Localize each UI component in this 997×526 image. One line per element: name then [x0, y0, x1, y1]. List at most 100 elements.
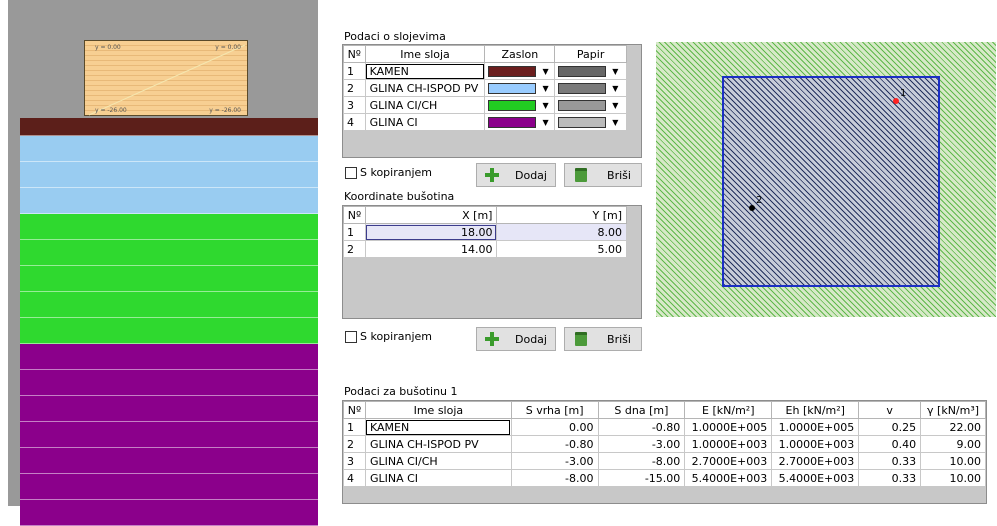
borehole-data-cell-g[interactable]: 22.00	[920, 418, 986, 436]
boreholes-row-x[interactable]: 14.00	[364, 240, 498, 258]
borehole-data-cell-bottom[interactable]: -3.00	[597, 435, 686, 453]
borehole-data-cell-top[interactable]: -8.00	[510, 469, 599, 487]
layers-row-screen-color[interactable]: ▼	[484, 79, 556, 97]
soil-layer-1-band	[20, 118, 318, 136]
bd-header-name: Ime sloja	[364, 401, 512, 419]
boreholes-add-label: Dodaj	[515, 332, 547, 346]
layers-row-name[interactable]: KAMEN	[364, 62, 486, 80]
soil-layers	[20, 118, 318, 526]
soil-profile-view[interactable]: y = 0.00 y = 0.00 y = -26.00 y = -26.00	[8, 0, 318, 526]
boreholes-grid[interactable]: Nº X [m] Y [m] 1 18.00 8.00 2 14.00 5.00	[342, 205, 642, 319]
borehole-data-cell-eh[interactable]: 1.0000E+005	[771, 418, 860, 436]
paper-color-swatch	[558, 100, 607, 111]
bd-header-top: S vrha [m]	[510, 401, 599, 419]
borehole-data-row[interactable]: 2 GLINA CH-ISPOD PV -0.80 -3.00 1.0000E+003 1…	[343, 435, 986, 453]
borehole-data-cell-bottom[interactable]: -15.00	[597, 469, 686, 487]
borehole-data-row[interactable]: 3 GLINA CI/CH -3.00 -8.00 2.7000E+003 2.7000E…	[343, 452, 986, 470]
boreholes-copy-checkbox[interactable]	[345, 330, 357, 343]
layers-copy-label: S kopiranjem	[360, 166, 432, 179]
soil-layer-2-band	[20, 136, 318, 162]
boreholes-section-title: Koordinate bušotina	[344, 190, 455, 203]
screen-color-swatch	[488, 117, 537, 128]
soil-layer-4-band	[20, 448, 318, 474]
layers-row-paper-color[interactable]: ▼	[554, 79, 627, 97]
borehole-data-title: Podaci za bušotinu 1	[344, 385, 458, 398]
layers-add-button[interactable]: Dodaj	[476, 163, 556, 187]
boreholes-delete-button[interactable]: Briši	[564, 327, 642, 351]
paper-color-swatch	[558, 117, 607, 128]
borehole-data-row[interactable]: 1 KAMEN 0.00 -0.80 1.0000E+005 1.0000E+005 0.2…	[343, 418, 986, 436]
borehole-data-cell-v[interactable]: 0.33	[858, 452, 922, 470]
layers-row-screen-color[interactable]: ▼	[484, 113, 556, 131]
boreholes-row[interactable]: 1 18.00 8.00	[343, 223, 627, 241]
layers-grid[interactable]: Nº Ime sloja Zaslon Papir 1 KAMEN ▼ ▼ 2 GLINA…	[342, 44, 642, 158]
borehole-data-cell-name[interactable]: GLINA CI	[364, 469, 512, 487]
borehole-data-row[interactable]: 4 GLINA CI -8.00 -15.00 5.4000E+003 5.4000E+0…	[343, 469, 986, 487]
boreholes-add-button[interactable]: Dodaj	[476, 327, 556, 351]
borehole-data-cell-v[interactable]: 0.40	[858, 435, 922, 453]
layers-delete-button[interactable]: Briši	[564, 163, 642, 187]
borehole-data-cell-bottom[interactable]: -8.00	[597, 452, 686, 470]
borehole-data-cell-eh[interactable]: 1.0000E+003	[771, 435, 860, 453]
chevron-down-icon: ▼	[612, 118, 619, 127]
borehole-data-cell-e[interactable]: 5.4000E+003	[684, 469, 773, 487]
borehole-data-cell-g[interactable]: 10.00	[920, 452, 986, 470]
layers-row-screen-color[interactable]: ▼	[484, 62, 556, 80]
borehole-point-1-label: 1	[900, 88, 907, 99]
borehole-data-cell-bottom[interactable]: -0.80	[597, 418, 686, 436]
boreholes-row[interactable]: 2 14.00 5.00	[343, 240, 627, 258]
borehole-data-cell-g[interactable]: 9.00	[920, 435, 986, 453]
layers-row-name[interactable]: GLINA CH-ISPOD PV	[364, 79, 486, 97]
borehole-data-grid[interactable]: Nº Ime sloja S vrha [m] S dna [m] E [kN/…	[342, 400, 987, 504]
boreholes-copy-toggle[interactable]: S kopiranjem	[345, 330, 432, 343]
borehole-data-cell-top[interactable]: 0.00	[510, 418, 599, 436]
borehole-data-cell-top[interactable]: -0.80	[510, 435, 599, 453]
boreholes-copy-label: S kopiranjem	[360, 330, 432, 343]
layers-row-paper-color[interactable]: ▼	[554, 62, 627, 80]
borehole-data-cell-v[interactable]: 0.33	[858, 469, 922, 487]
layers-row[interactable]: 4 GLINA CI ▼ ▼	[343, 113, 627, 131]
layers-row-name[interactable]: GLINA CI	[364, 113, 486, 131]
chevron-down-icon: ▼	[542, 84, 549, 93]
borehole-data-cell-name[interactable]: KAMEN	[364, 418, 512, 436]
soil-layer-3-band	[20, 266, 318, 292]
layers-copy-checkbox[interactable]	[345, 166, 357, 179]
borehole-data-cell-v[interactable]: 0.25	[858, 418, 922, 436]
bd-header-gamma: γ [kN/m³]	[920, 401, 986, 419]
layers-copy-toggle[interactable]: S kopiranjem	[345, 166, 432, 179]
layers-row-screen-color[interactable]: ▼	[484, 96, 556, 114]
layers-row-n: 4	[343, 113, 366, 131]
layers-row-name[interactable]: GLINA CI/CH	[364, 96, 486, 114]
borehole-data-cell-n: 2	[343, 435, 366, 453]
foundation-diagonal	[88, 44, 246, 116]
layers-row[interactable]: 1 KAMEN ▼ ▼	[343, 62, 627, 80]
borehole-data-cell-eh[interactable]: 5.4000E+003	[771, 469, 860, 487]
layers-row[interactable]: 3 GLINA CI/CH ▼ ▼	[343, 96, 627, 114]
boreholes-row-x[interactable]: 18.00	[364, 223, 498, 241]
borehole-data-cell-e[interactable]: 1.0000E+003	[684, 435, 773, 453]
layers-row-paper-color[interactable]: ▼	[554, 96, 627, 114]
plan-view[interactable]: 1 2	[656, 42, 996, 317]
borehole-data-cell-g[interactable]: 10.00	[920, 469, 986, 487]
paper-color-swatch	[558, 83, 607, 94]
borehole-point-2-label: 2	[756, 195, 763, 206]
soil-layer-2-band	[20, 162, 318, 188]
borehole-data-cell-e[interactable]: 1.0000E+005	[684, 418, 773, 436]
borehole-point-1[interactable]	[893, 98, 899, 104]
soil-layer-4-band	[20, 474, 318, 500]
borehole-data-cell-top[interactable]: -3.00	[510, 452, 599, 470]
layers-header-name: Ime sloja	[364, 45, 486, 63]
borehole-data-cell-name[interactable]: GLINA CH-ISPOD PV	[364, 435, 512, 453]
bd-header-eh: Eh [kN/m²]	[771, 401, 860, 419]
borehole-data-cell-name[interactable]: GLINA CI/CH	[364, 452, 512, 470]
borehole-data-cell-eh[interactable]: 2.7000E+003	[771, 452, 860, 470]
borehole-data-cell-n: 3	[343, 452, 366, 470]
layers-row-n: 1	[343, 62, 366, 80]
layers-row[interactable]: 2 GLINA CH-ISPOD PV ▼ ▼	[343, 79, 627, 97]
boreholes-row-y[interactable]: 8.00	[496, 223, 627, 241]
layers-row-paper-color[interactable]: ▼	[554, 113, 627, 131]
borehole-point-2[interactable]	[749, 205, 755, 211]
soil-layer-4-band	[20, 500, 318, 526]
borehole-data-cell-e[interactable]: 2.7000E+003	[684, 452, 773, 470]
boreholes-row-y[interactable]: 5.00	[496, 240, 627, 258]
